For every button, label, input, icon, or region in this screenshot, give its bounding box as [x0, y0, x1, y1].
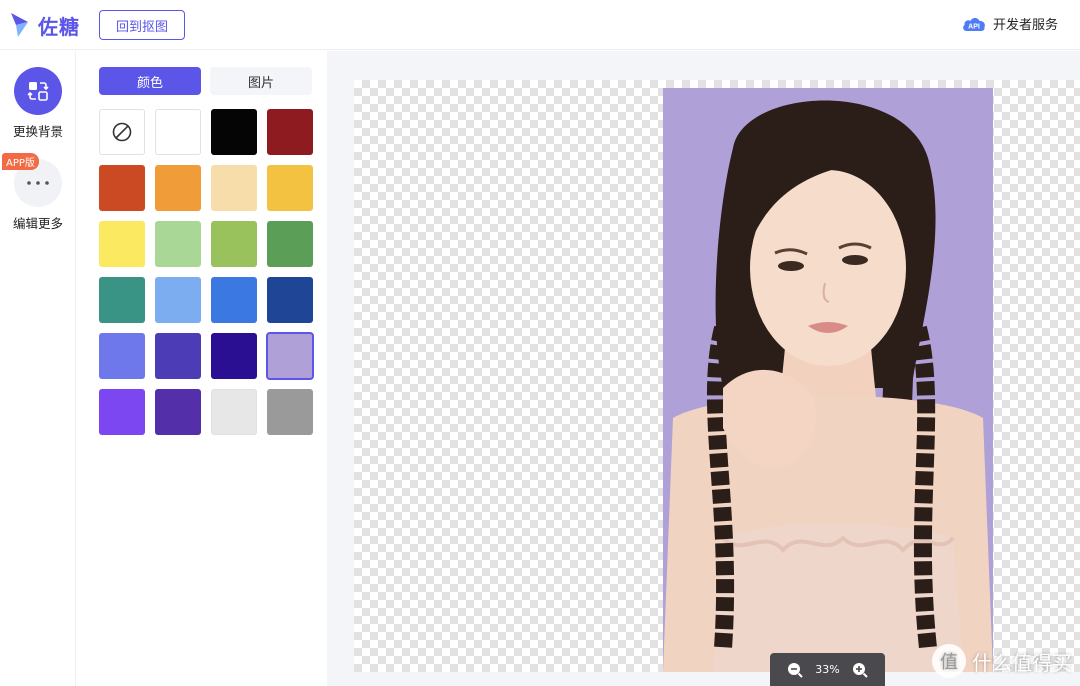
swatch-green[interactable] — [211, 221, 257, 267]
swatch-deep-indigo[interactable] — [211, 333, 257, 379]
swatch-golden[interactable] — [267, 165, 313, 211]
zoom-out-icon[interactable] — [786, 661, 804, 679]
change-background-label: 更换背景 — [12, 124, 63, 139]
watermark-logo-icon: 值 — [932, 644, 966, 678]
portrait-illustration — [663, 100, 993, 672]
no-color-icon — [112, 122, 132, 142]
swatch-violet[interactable] — [99, 389, 145, 435]
swap-background-icon — [27, 82, 49, 101]
developer-service-label: 开发者服务 — [992, 18, 1058, 33]
change-background-button[interactable] — [14, 67, 62, 115]
more-dots-icon — [27, 181, 49, 185]
watermark-text: 什么值得买 — [972, 650, 1072, 675]
tab-color[interactable]: 颜色 — [99, 67, 201, 95]
left-tool-rail: 更换背景 APP版 编辑更多 — [0, 51, 76, 686]
top-header: 佐糖 回到抠图 API 开发者服务 — [0, 0, 1080, 50]
app-version-badge: APP版 — [2, 153, 39, 170]
logo-icon — [11, 13, 28, 37]
swatch-none[interactable] — [99, 109, 145, 155]
developer-service-link[interactable]: API 开发者服务 — [961, 14, 1058, 33]
background-panel: 颜色 图片 — [83, 51, 327, 686]
swatch-indigo[interactable] — [155, 333, 201, 379]
zoom-in-icon[interactable] — [851, 661, 869, 679]
back-to-cutout-button[interactable]: 回到抠图 — [99, 10, 185, 40]
zoom-level: 33% — [815, 663, 840, 676]
canvas-stage: 33% — [327, 51, 1080, 686]
app-logo[interactable]: 佐糖 — [8, 10, 80, 40]
api-badge-text: API — [968, 23, 980, 30]
swatch-white[interactable] — [155, 109, 201, 155]
swatch-periwinkle[interactable] — [99, 333, 145, 379]
swatch-teal[interactable] — [99, 277, 145, 323]
zoom-control-bar: 33% — [770, 653, 885, 686]
swatch-orange-red[interactable] — [99, 165, 145, 211]
change-background-tool[interactable]: 更换背景 — [0, 67, 76, 140]
smzdm-watermark: 值 什么值得买 — [932, 644, 1072, 678]
swatch-blue[interactable] — [211, 277, 257, 323]
edit-more-tool[interactable]: APP版 编辑更多 — [0, 153, 76, 232]
api-cloud-icon: API — [963, 17, 985, 31]
edit-more-label: 编辑更多 — [12, 216, 63, 231]
swatch-navy[interactable] — [267, 277, 313, 323]
swatch-sky-blue[interactable] — [155, 277, 201, 323]
swatch-light-green[interactable] — [155, 221, 201, 267]
color-swatch-grid — [99, 109, 314, 435]
tab-image[interactable]: 图片 — [210, 67, 312, 95]
portrait-photo[interactable] — [663, 88, 993, 672]
swatch-forest-green[interactable] — [267, 221, 313, 267]
swatch-lavender[interactable] — [266, 332, 314, 380]
swatch-yellow[interactable] — [99, 221, 145, 267]
logo-text: 佐糖 — [38, 14, 80, 39]
swatch-gray[interactable] — [267, 389, 313, 435]
swatch-light-gray[interactable] — [211, 389, 257, 435]
swatch-black[interactable] — [211, 109, 257, 155]
background-type-tabs: 颜色 图片 — [99, 67, 312, 95]
swatch-orange[interactable] — [155, 165, 201, 211]
swatch-peach[interactable] — [211, 165, 257, 211]
swatch-dark-red[interactable] — [267, 109, 313, 155]
swatch-purple[interactable] — [155, 389, 201, 435]
